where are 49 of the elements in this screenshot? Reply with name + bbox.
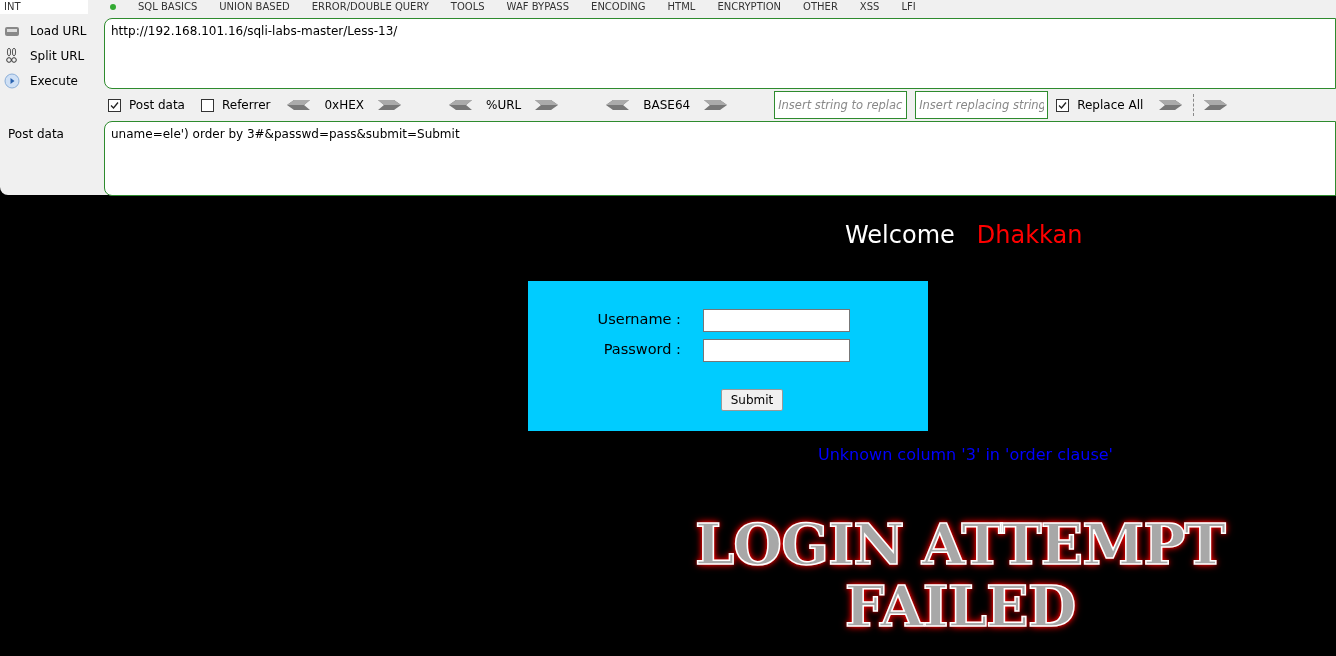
checkbox[interactable]	[1056, 98, 1070, 112]
find-field[interactable]: Insert string to replac	[774, 91, 908, 119]
field-label: Username :	[596, 310, 682, 330]
checkbox-label: Replace All	[1077, 97, 1144, 114]
decode-arrow-icon[interactable]	[605, 99, 630, 111]
banner-text: FAILED	[844, 575, 1076, 637]
menu-item[interactable]: ENCRYPTION	[717, 0, 782, 14]
encode-arrow-icon[interactable]	[704, 99, 729, 111]
error-message: Unknown column '3' in 'order clause'	[818, 444, 1114, 466]
decode-arrow-icon[interactable]	[448, 99, 472, 111]
checkbox[interactable]	[200, 98, 214, 112]
menu-item[interactable]: ENCODING	[591, 0, 646, 14]
sidebar-button[interactable]: Load URL	[30, 21, 87, 40]
checkbox[interactable]	[108, 98, 121, 112]
menu-item[interactable]: TOOLS	[450, 0, 485, 14]
menu-item[interactable]: UNION BASED	[219, 0, 290, 14]
play-icon[interactable]	[4, 72, 20, 89]
encoder-label: BASE64	[643, 97, 691, 114]
menu-item[interactable]: WAF BYPASS	[506, 0, 570, 14]
input-field[interactable]	[703, 338, 850, 362]
banner-text: LOGIN ATTEMPT	[694, 513, 1225, 575]
sidebar-button[interactable]: Split URL	[30, 46, 85, 65]
url-field[interactable]: http://192.168.101.16/sqli-labs-master/Less-13/	[104, 18, 1336, 89]
post-data-field[interactable]: uname=ele') order by 3#&passwd=pass&submit=Submit	[104, 121, 1336, 196]
menu-item[interactable]: SQL BASICS	[138, 0, 198, 14]
menu-item[interactable]: ERROR/DOUBLE QUERY	[311, 0, 429, 14]
replace-arrow-icon[interactable]	[1204, 99, 1229, 111]
menu-item[interactable]: LFI	[901, 0, 916, 14]
user-name: Dhakkan	[976, 220, 1083, 251]
scissors-icon[interactable]	[4, 47, 20, 64]
decode-arrow-icon[interactable]	[286, 99, 311, 111]
field-label: Password :	[602, 340, 682, 360]
menu-item[interactable]: XSS	[859, 0, 880, 14]
checkbox-label: Referrer	[221, 97, 271, 114]
welcome-text: Welcome	[845, 220, 955, 251]
submit-button[interactable]: Submit	[720, 389, 784, 411]
input-field[interactable]	[703, 308, 850, 332]
encoder-label: %URL	[486, 97, 522, 114]
field-label: Post data	[8, 127, 64, 141]
status-dot-icon[interactable]	[110, 4, 116, 10]
sidebar-button[interactable]: Execute	[30, 71, 78, 90]
replace-arrow-icon[interactable]	[1159, 99, 1184, 111]
menu-item[interactable]: HTML	[667, 0, 696, 14]
encode-arrow-icon[interactable]	[378, 99, 402, 111]
encoder-label: 0xHEX	[324, 97, 364, 114]
checkbox-label: Post data	[129, 97, 185, 114]
menu-item[interactable]: OTHER	[803, 0, 838, 14]
menu-item[interactable]: INT	[0, 0, 88, 14]
encode-arrow-icon[interactable]	[535, 99, 560, 111]
